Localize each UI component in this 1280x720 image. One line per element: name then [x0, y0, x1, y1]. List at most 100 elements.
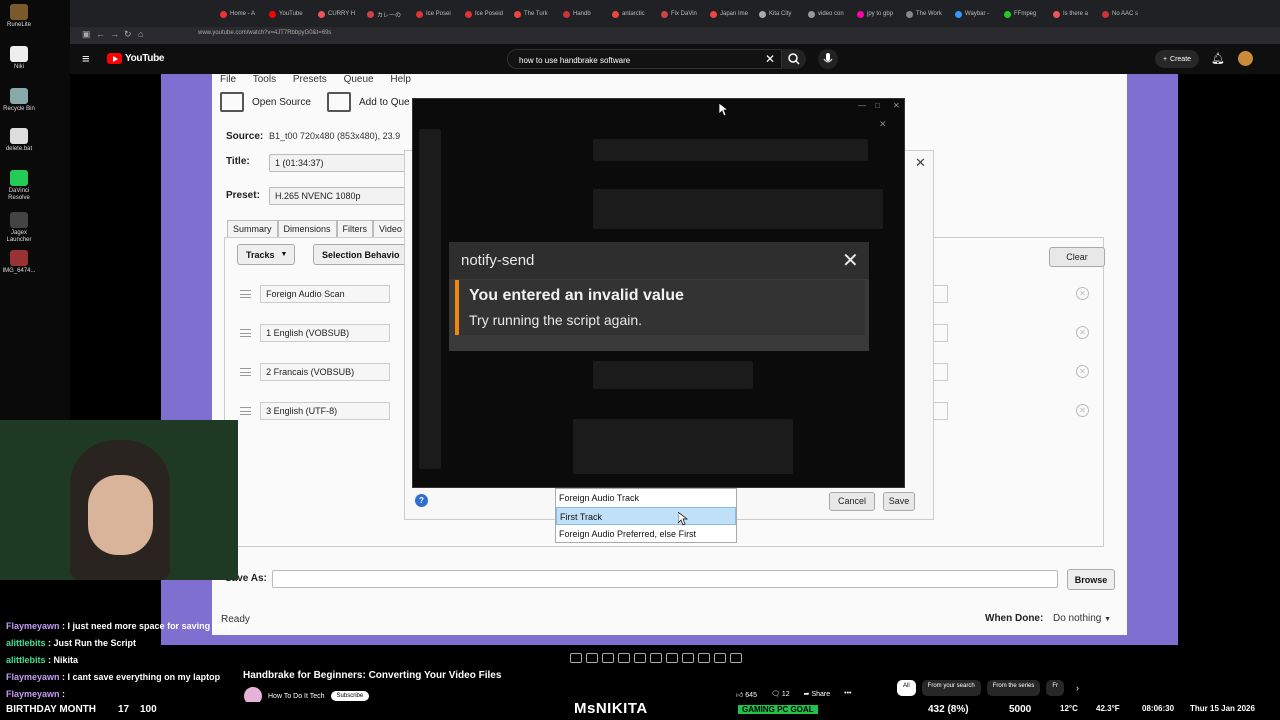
- chip-more[interactable]: Fr: [1046, 680, 1065, 696]
- remove-track-icon[interactable]: ✕: [1076, 365, 1089, 378]
- back-icon[interactable]: ←: [96, 29, 105, 39]
- preset-select[interactable]: H.265 NVENC 1080p: [269, 187, 409, 205]
- selection-behavior-button[interactable]: Selection Behavio: [313, 244, 413, 265]
- drag-handle-icon[interactable]: [240, 329, 252, 337]
- voice-search-button[interactable]: [818, 49, 838, 69]
- like-button[interactable]: 👍︎ 645: [736, 690, 757, 699]
- close-icon[interactable]: ✕: [879, 119, 887, 130]
- menu-icon[interactable]: ≡: [82, 51, 90, 66]
- browse-button[interactable]: Browse: [1067, 569, 1115, 590]
- clear-search-icon[interactable]: ✕: [765, 52, 775, 66]
- control-icon[interactable]: [650, 653, 662, 663]
- url-field[interactable]: www.youtube.com/watch?v=4JT7RbbpyG0&t=69…: [198, 30, 331, 36]
- browser-tab[interactable]: jpy to gbp: [857, 6, 903, 22]
- menu-tools[interactable]: Tools: [253, 74, 276, 85]
- title-select[interactable]: 1 (01:34:37): [269, 154, 409, 172]
- browser-tab[interactable]: Japan Ime: [710, 6, 756, 22]
- tab-dimensions[interactable]: Dimensions: [277, 220, 337, 237]
- sidebar-toggle-icon[interactable]: ▣: [82, 29, 91, 40]
- create-button[interactable]: + Create: [1155, 50, 1199, 68]
- browser-tab[interactable]: antarctic: [612, 6, 658, 22]
- channel-name[interactable]: How To Do It Tech: [268, 693, 325, 700]
- youtube-logo[interactable]: YouTube: [107, 53, 165, 64]
- browser-tab[interactable]: Waybar -: [955, 6, 1001, 22]
- control-icon[interactable]: [666, 653, 678, 663]
- track-options-field[interactable]: [934, 363, 948, 381]
- home-icon[interactable]: ⌂: [138, 29, 143, 39]
- close-icon[interactable]: ✕: [915, 155, 926, 171]
- track-options-field[interactable]: [934, 324, 948, 342]
- browser-tab[interactable]: Ice Posei: [416, 6, 462, 22]
- when-done-select[interactable]: Do nothing ▼: [1053, 613, 1111, 624]
- control-icon[interactable]: [602, 653, 614, 663]
- menu-help[interactable]: Help: [390, 74, 411, 85]
- desktop-icon-img[interactable]: IMG_6474...: [2, 250, 36, 275]
- notifications-bell-icon[interactable]: 🔔︎: [1211, 52, 1225, 65]
- open-source-button[interactable]: Open Source: [220, 92, 311, 112]
- dropdown-option-selected[interactable]: First Track: [556, 507, 736, 525]
- help-icon[interactable]: ?: [415, 494, 428, 507]
- desktop-icon-jagex[interactable]: Jagex Launcher: [2, 212, 36, 244]
- browser-tab[interactable]: video con: [808, 6, 854, 22]
- save-as-input[interactable]: [272, 570, 1058, 588]
- track-row[interactable]: Foreign Audio Scan: [240, 284, 390, 304]
- browser-tab[interactable]: Handb: [563, 6, 609, 22]
- browser-tab[interactable]: Is there a: [1053, 6, 1099, 22]
- chevron-right-icon[interactable]: ›: [1070, 680, 1085, 696]
- drag-handle-icon[interactable]: [240, 407, 252, 415]
- browser-tab[interactable]: YouTube: [269, 6, 315, 22]
- browser-tab[interactable]: Kita City: [759, 6, 805, 22]
- save-button[interactable]: Save: [883, 492, 915, 511]
- close-icon[interactable]: ✕: [893, 101, 900, 110]
- remove-track-icon[interactable]: ✕: [1076, 404, 1089, 417]
- browser-tab[interactable]: CURRY H: [318, 6, 364, 22]
- tab-video[interactable]: Video: [373, 220, 408, 237]
- browser-tab[interactable]: Fix DaVin: [661, 6, 707, 22]
- add-to-queue-button[interactable]: Add to Que: [327, 92, 410, 112]
- subscribe-button[interactable]: Subscribe: [330, 691, 370, 701]
- desktop-icon-recycle-bin[interactable]: Recycle Bin: [2, 88, 36, 113]
- chip-from-search[interactable]: From your search: [921, 680, 981, 696]
- forward-icon[interactable]: →: [110, 29, 119, 39]
- desktop-icon-runelite[interactable]: RuneLite: [2, 4, 36, 29]
- chip-from-series[interactable]: From the series: [986, 680, 1041, 696]
- browser-tab[interactable]: Ice Poseid: [465, 6, 511, 22]
- clear-button[interactable]: Clear: [1049, 247, 1105, 267]
- avatar[interactable]: [1238, 51, 1253, 66]
- settings-icon[interactable]: [730, 653, 742, 663]
- browser-tab[interactable]: The Turk: [514, 6, 560, 22]
- dropdown-option[interactable]: Foreign Audio Preferred, else First: [556, 525, 736, 543]
- control-icon[interactable]: [586, 653, 598, 663]
- menu-presets[interactable]: Presets: [293, 74, 327, 85]
- track-row[interactable]: 2 Francais (VOBSUB): [240, 362, 390, 382]
- reload-icon[interactable]: ↻: [124, 29, 132, 40]
- browser-tab[interactable]: No AAC s: [1102, 6, 1148, 22]
- control-icon[interactable]: [698, 653, 710, 663]
- remove-track-icon[interactable]: ✕: [1076, 326, 1089, 339]
- browser-tab[interactable]: The Work: [906, 6, 952, 22]
- tab-filters[interactable]: Filters: [336, 220, 374, 237]
- control-icon[interactable]: [570, 653, 582, 663]
- close-icon[interactable]: ✕: [842, 248, 859, 273]
- search-button[interactable]: [782, 49, 806, 69]
- minimize-icon[interactable]: —: [858, 101, 866, 110]
- comments-button[interactable]: 🗨︎ 12: [771, 690, 790, 699]
- browser-tab[interactable]: カレーの: [367, 6, 413, 22]
- track-row[interactable]: 1 English (VOBSUB): [240, 323, 390, 343]
- drag-handle-icon[interactable]: [240, 290, 252, 298]
- tracks-dropdown[interactable]: Tracks ▼: [237, 244, 295, 265]
- search-input[interactable]: [519, 56, 759, 65]
- browser-tab[interactable]: Home - A: [220, 6, 266, 22]
- cancel-button[interactable]: Cancel: [829, 492, 875, 511]
- desktop-icon-davinci[interactable]: DaVinci Resolve: [2, 170, 36, 202]
- share-button[interactable]: ➦ Share: [804, 690, 831, 699]
- menu-queue[interactable]: Queue: [344, 74, 374, 85]
- more-icon[interactable]: •••: [844, 690, 851, 699]
- maximize-icon[interactable]: □: [875, 101, 880, 110]
- tab-summary[interactable]: Summary: [227, 220, 278, 237]
- remove-track-icon[interactable]: ✕: [1076, 287, 1089, 300]
- track-row[interactable]: 3 English (UTF-8): [240, 401, 390, 421]
- control-icon[interactable]: [682, 653, 694, 663]
- desktop-icon-niki[interactable]: Niki: [2, 46, 36, 71]
- control-icon[interactable]: [618, 653, 630, 663]
